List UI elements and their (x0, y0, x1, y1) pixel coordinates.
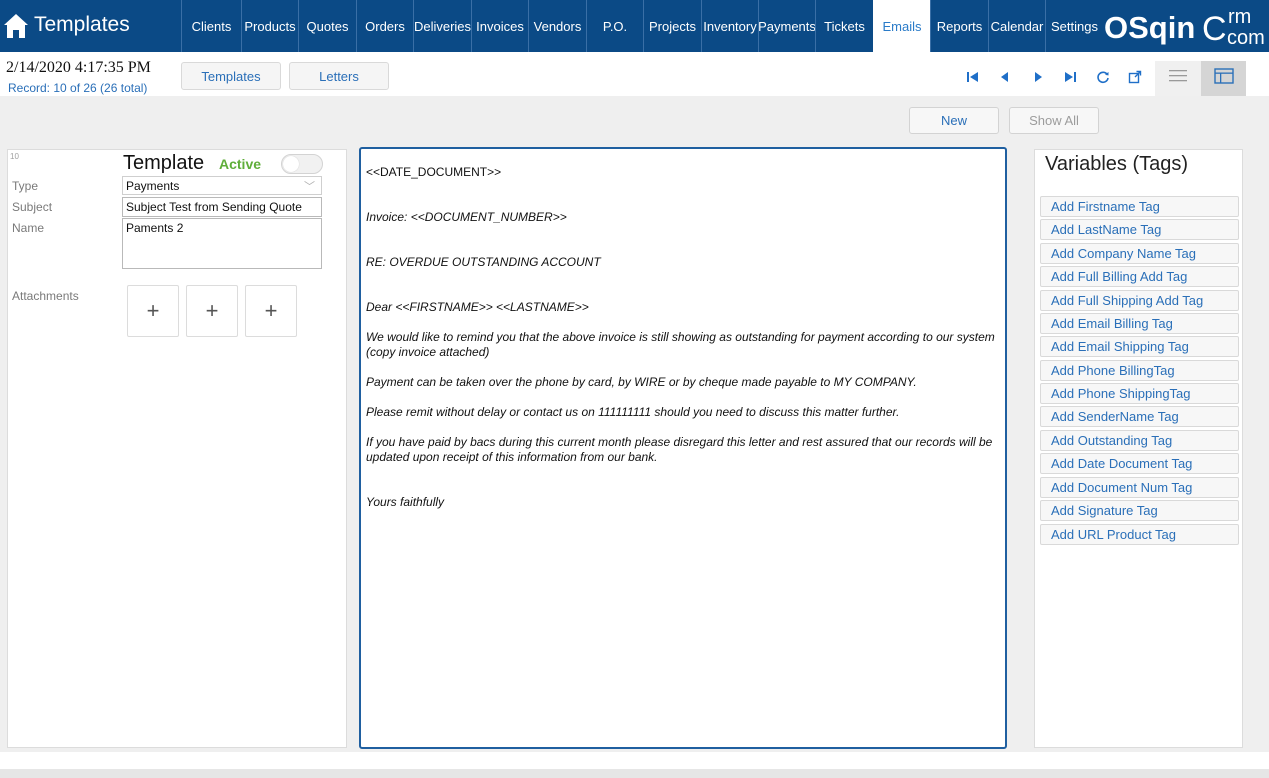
add-attachment-button-2[interactable]: + (186, 285, 238, 337)
logo-text-main: OSqin (1104, 10, 1195, 45)
main-nav: Clients Products Quotes Orders Deliverie… (181, 0, 1103, 52)
type-label: Type (12, 179, 39, 193)
add-phone-shipping-tag-button[interactable]: Add Phone ShippingTag (1040, 383, 1239, 404)
add-full-billing-add-tag-button[interactable]: Add Full Billing Add Tag (1040, 266, 1239, 287)
top-nav-bar: Templates Clients Products Quotes Orders… (0, 0, 1269, 52)
nav-emails[interactable]: Emails (873, 0, 930, 52)
active-toggle[interactable] (281, 154, 323, 174)
open-external-icon[interactable] (1125, 67, 1145, 87)
bottom-status-strip (0, 769, 1269, 778)
nav-calendar[interactable]: Calendar (988, 0, 1045, 52)
nav-tickets[interactable]: Tickets (815, 0, 873, 52)
add-firstname-tag-button[interactable]: Add Firstname Tag (1040, 196, 1239, 217)
logo-text-rm: rm (1228, 6, 1251, 28)
editor-paragraph-remit: Please remit without delay or contact us… (366, 405, 900, 419)
show-all-button[interactable]: Show All (1009, 107, 1099, 134)
editor-paragraph-bacs: If you have paid by bacs during this cur… (366, 435, 993, 464)
editor-line-date: <<DATE_DOCUMENT>> (366, 165, 502, 179)
add-attachment-button-3[interactable]: + (245, 285, 297, 337)
name-label: Name (12, 221, 45, 235)
templates-tab-button[interactable]: Templates (181, 62, 281, 90)
editor-line-dear: Dear <<FIRSTNAME>> <<LASTNAME>> (366, 300, 589, 314)
add-attachment-button-1[interactable]: + (127, 285, 179, 337)
variables-panel: Variables (Tags) Add Firstname Tag Add L… (1034, 149, 1243, 748)
current-datetime: 2/14/2020 4:17:35 PM (6, 59, 151, 76)
add-email-shipping-tag-button[interactable]: Add Email Shipping Tag (1040, 336, 1239, 357)
nav-products[interactable]: Products (241, 0, 298, 52)
editor-line-signoff: Yours faithfully (366, 495, 445, 509)
logo-text-com: com (1227, 27, 1265, 49)
refresh-icon[interactable] (1093, 67, 1113, 87)
add-signature-tag-button[interactable]: Add Signature Tag (1040, 500, 1239, 521)
list-view-icon (1168, 68, 1188, 89)
list-view-toggle[interactable] (1155, 61, 1201, 96)
nav-deliveries[interactable]: Deliveries (413, 0, 471, 52)
add-date-document-tag-button[interactable]: Add Date Document Tag (1040, 453, 1239, 474)
nav-inventory[interactable]: Inventory (701, 0, 758, 52)
chevron-down-icon: ﹀ (304, 181, 315, 193)
add-url-product-tag-button[interactable]: Add URL Product Tag (1040, 524, 1239, 545)
email-body-editor[interactable]: <<DATE_DOCUMENT>> Invoice: <<DOCUMENT_NU… (359, 147, 1007, 749)
type-select[interactable]: Payments ﹀ (122, 176, 322, 195)
add-outstanding-tag-button[interactable]: Add Outstanding Tag (1040, 430, 1239, 451)
record-number: 10 (10, 152, 19, 161)
add-lastname-tag-button[interactable]: Add LastName Tag (1040, 219, 1239, 240)
editor-line-re: RE: OVERDUE OUTSTANDING ACCOUNT (366, 255, 601, 269)
active-status-label: Active (219, 156, 262, 172)
record-counter: Record: 10 of 26 (26 total) (8, 81, 148, 95)
home-icon[interactable] (0, 0, 32, 52)
editor-paragraph-remind: We would like to remind you that the abo… (366, 330, 995, 359)
nav-clients[interactable]: Clients (181, 0, 241, 52)
previous-record-icon[interactable] (995, 67, 1015, 87)
form-view-toggle[interactable] (1201, 61, 1246, 96)
new-button[interactable]: New (909, 107, 999, 134)
form-title: Template (123, 152, 205, 174)
first-record-icon[interactable] (963, 67, 983, 87)
nav-po[interactable]: P.O. (586, 0, 643, 52)
add-company-name-tag-button[interactable]: Add Company Name Tag (1040, 243, 1239, 264)
osqin-crm-logo: OSqin C rm com (1104, 6, 1265, 49)
next-record-icon[interactable] (1028, 67, 1048, 87)
add-full-shipping-add-tag-button[interactable]: Add Full Shipping Add Tag (1040, 290, 1239, 311)
template-form-panel: 10 Template Active Type Payments ﹀ Subje… (7, 149, 347, 748)
name-textarea[interactable]: Paments 2 (122, 218, 322, 269)
add-email-billing-tag-button[interactable]: Add Email Billing Tag (1040, 313, 1239, 334)
letters-tab-button[interactable]: Letters (289, 62, 389, 90)
add-document-num-tag-button[interactable]: Add Document Num Tag (1040, 477, 1239, 498)
nav-quotes[interactable]: Quotes (298, 0, 356, 52)
editor-paragraph-payment: Payment can be taken over the phone by c… (366, 375, 917, 389)
nav-orders[interactable]: Orders (356, 0, 413, 52)
add-sendername-tag-button[interactable]: Add SenderName Tag (1040, 406, 1239, 427)
form-view-icon (1213, 68, 1234, 89)
editor-line-invoice: Invoice: <<DOCUMENT_NUMBER>> (366, 210, 567, 224)
logo-text-c: C (1202, 10, 1227, 48)
nav-projects[interactable]: Projects (643, 0, 701, 52)
type-value: Payments (126, 179, 180, 193)
subject-label: Subject (12, 200, 53, 214)
nav-payments[interactable]: Payments (758, 0, 816, 52)
app-title: Templates (34, 13, 130, 36)
subject-input[interactable]: Subject Test from Sending Quote (122, 197, 322, 217)
add-phone-billing-tag-button[interactable]: Add Phone BillingTag (1040, 360, 1239, 381)
nav-vendors[interactable]: Vendors (528, 0, 586, 52)
last-record-icon[interactable] (1060, 67, 1080, 87)
nav-reports[interactable]: Reports (930, 0, 988, 52)
variables-title: Variables (Tags) (1045, 153, 1189, 175)
nav-invoices[interactable]: Invoices (471, 0, 528, 52)
nav-settings[interactable]: Settings (1045, 0, 1103, 52)
attachments-label: Attachments (12, 289, 79, 303)
